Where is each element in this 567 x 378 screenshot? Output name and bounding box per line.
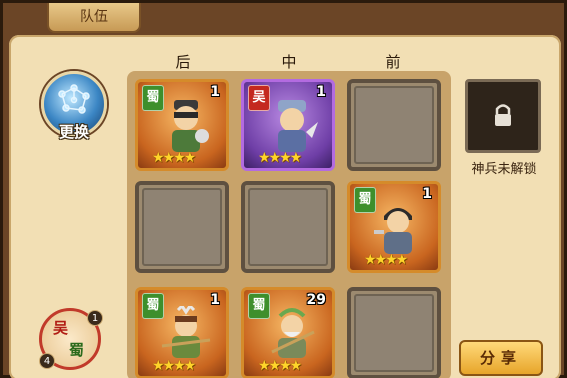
hero-slot[interactable]: 蜀 1 ★★★★ <box>347 181 441 273</box>
tab-team[interactable]: 队伍 <box>47 3 141 33</box>
screen-frame: 队伍 后 中 前 更换 吴 蜀 1 4 蜀 1 ★★★★ 吴 1 ★★★★ 蜀 … <box>0 0 567 378</box>
lock-icon <box>495 104 511 126</box>
hero-stars: ★★★★ <box>152 358 196 374</box>
hero-stars: ★★★★ <box>152 150 196 166</box>
hero-portrait-icon <box>278 100 318 152</box>
hero-slot[interactable]: 吴 1 ★★★★ <box>241 79 335 171</box>
hero-portrait-icon <box>374 208 412 254</box>
empty-slot[interactable] <box>347 287 441 378</box>
divine-weapon-slot[interactable] <box>465 79 541 153</box>
faction-shu-label: 蜀 <box>69 341 85 359</box>
empty-slot[interactable] <box>347 79 441 171</box>
hero-stars: ★★★★ <box>258 358 302 374</box>
hero-slot[interactable]: 蜀 1 ★★★★ <box>135 287 229 378</box>
divine-weapon-locked-label: 神兵未解锁 <box>471 162 537 177</box>
faction-wu-count: 1 <box>87 310 103 326</box>
empty-slot[interactable] <box>241 181 335 273</box>
hero-slot[interactable]: 蜀 29 ★★★★ <box>241 287 335 378</box>
hero-portrait-icon <box>172 100 209 152</box>
share-button[interactable]: 分享 <box>459 340 543 376</box>
hero-portrait-icon <box>271 308 315 358</box>
empty-slot[interactable] <box>135 181 229 273</box>
hero-slot[interactable]: 蜀 1 ★★★★ <box>135 79 229 171</box>
column-header-front: 前 <box>385 53 401 71</box>
faction-wu-label: 吴 <box>53 319 69 337</box>
swap-label: 更换 <box>58 123 89 141</box>
faction-shu-count: 4 <box>39 353 55 369</box>
hero-stars: ★★★★ <box>258 150 302 166</box>
column-header-back: 后 <box>175 53 191 71</box>
hero-stars: ★★★★ <box>364 252 408 268</box>
hero-portrait-icon <box>161 306 211 358</box>
column-header-middle: 中 <box>281 53 297 71</box>
